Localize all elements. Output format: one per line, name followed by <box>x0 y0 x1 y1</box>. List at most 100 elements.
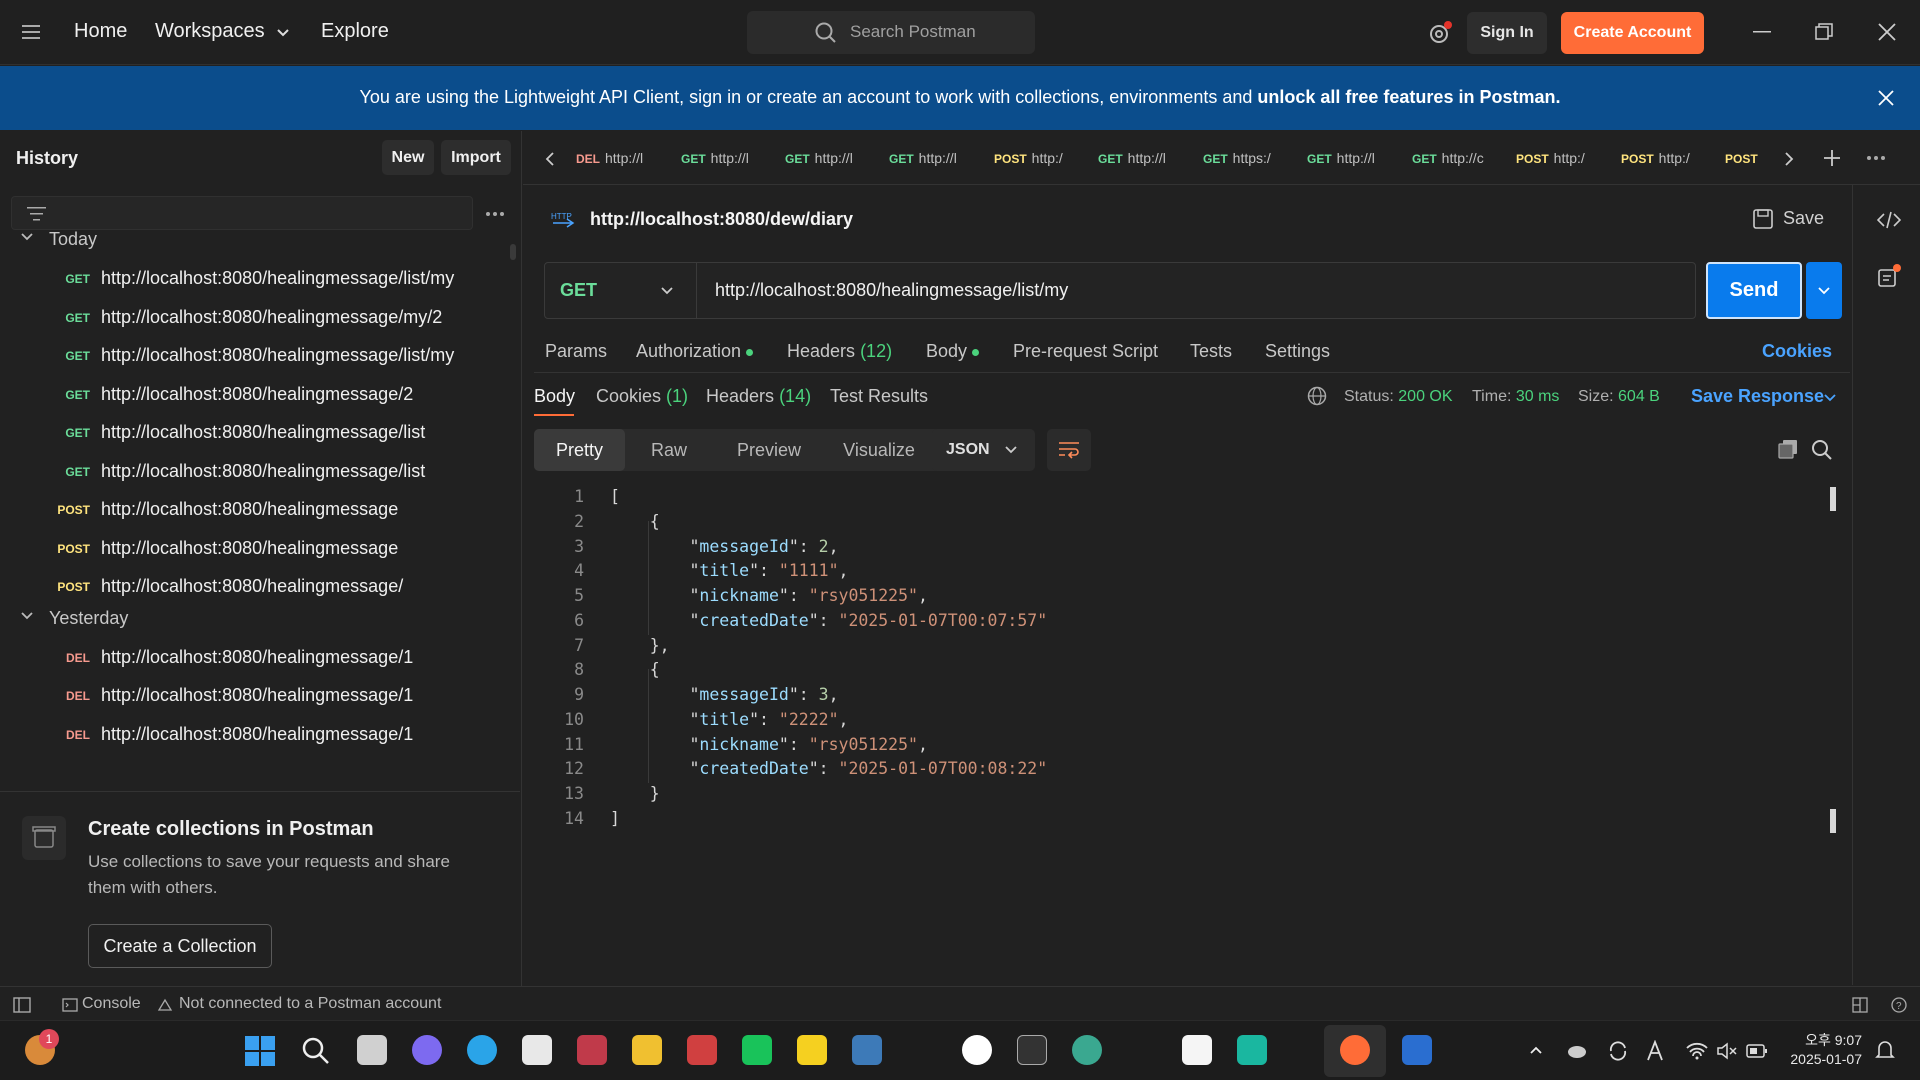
request-tab[interactable]: POST http:/ <box>994 150 1084 166</box>
new-tab-plus-icon[interactable] <box>1823 149 1841 167</box>
close-banner-icon[interactable] <box>1878 90 1894 106</box>
tab-options-icon[interactable] <box>1866 155 1886 161</box>
editor-scrollbar-bottom[interactable] <box>1830 809 1836 833</box>
new-button[interactable]: New <box>382 140 434 175</box>
history-item[interactable]: GET http://localhost:8080/healingmessage/… <box>0 261 520 299</box>
sticky-notes-icon[interactable] <box>797 1035 827 1065</box>
request-tab[interactable]: GET http://l <box>785 150 875 166</box>
restore-icon[interactable] <box>1815 23 1833 41</box>
history-item[interactable]: GET http://localhost:8080/healingmessage/… <box>0 415 520 453</box>
history-item[interactable]: DEL http://localhost:8080/healingmessage/… <box>0 678 520 716</box>
sync-app-icon[interactable] <box>687 1035 717 1065</box>
tab-body[interactable]: Body <box>926 341 980 362</box>
chatgpt-icon[interactable] <box>1072 1035 1102 1065</box>
format-select[interactable]: JSON <box>932 429 1035 471</box>
response-tab-headers[interactable]: Headers (14) <box>706 386 811 407</box>
help-icon[interactable]: ? <box>1891 997 1907 1013</box>
history-item[interactable]: GET http://localhost:8080/healingmessage/… <box>0 454 520 492</box>
layout-icon[interactable] <box>1852 997 1868 1013</box>
python-icon[interactable] <box>852 1035 882 1065</box>
history-item[interactable]: GET http://localhost:8080/healingmessage/… <box>0 300 520 338</box>
history-item[interactable]: GET http://localhost:8080/healingmessage/… <box>0 338 520 376</box>
app-icon[interactable] <box>577 1035 607 1065</box>
create-account-button[interactable]: Create Account <box>1561 12 1704 54</box>
editor-scrollbar-top[interactable] <box>1830 487 1836 511</box>
naver-icon[interactable] <box>742 1035 772 1065</box>
search-response-icon[interactable] <box>1811 439 1833 461</box>
save-response-button[interactable]: Save Response <box>1691 386 1824 407</box>
nav-workspaces[interactable]: Workspaces <box>155 20 265 43</box>
connection-status[interactable]: Not connected to a Postman account <box>179 995 441 1013</box>
method-select[interactable]: GET <box>545 263 697 318</box>
code-snippet-icon[interactable] <box>1877 211 1901 229</box>
tab-authorization[interactable]: Authorization <box>636 341 754 362</box>
nav-explore[interactable]: Explore <box>321 20 389 43</box>
tabs-scroll-left-icon[interactable] <box>545 152 555 166</box>
nav-home[interactable]: Home <box>74 20 127 43</box>
vue-app-icon[interactable] <box>1237 1035 1267 1065</box>
tab-headers[interactable]: Headers (12) <box>787 341 892 362</box>
response-body-editor[interactable]: 1[2 {3 "messageId": 2, 4 "title": "1111",… <box>534 487 1834 828</box>
battery-icon[interactable] <box>1746 1043 1768 1059</box>
sidebar-scrollbar[interactable] <box>510 244 516 260</box>
request-tab[interactable]: GET http://l <box>681 150 771 166</box>
share-app-icon[interactable] <box>1402 1035 1432 1065</box>
chevron-down-icon[interactable] <box>276 28 290 38</box>
history-item[interactable]: POST http://localhost:8080/healingmessage <box>0 492 520 530</box>
url-input[interactable]: http://localhost:8080/healingmessage/lis… <box>715 280 1068 301</box>
request-tab[interactable]: GET http://l <box>1307 150 1397 166</box>
tray-chevron-up-icon[interactable] <box>1529 1045 1543 1055</box>
documentation-icon[interactable] <box>1877 264 1901 288</box>
wrap-lines-button[interactable] <box>1047 429 1091 471</box>
onedrive-icon[interactable] <box>1566 1041 1588 1059</box>
sync-icon[interactable] <box>1607 1040 1629 1062</box>
send-options-button[interactable] <box>1806 262 1842 319</box>
notion-icon[interactable] <box>1182 1035 1212 1065</box>
file-explorer-icon[interactable] <box>632 1035 662 1065</box>
request-tab[interactable]: POST http:/ <box>1516 150 1606 166</box>
tab-pre-request-script[interactable]: Pre-request Script <box>1013 341 1158 362</box>
view-visualize[interactable]: Visualize <box>824 429 934 471</box>
import-button[interactable]: Import <box>441 140 511 175</box>
history-item[interactable]: POST http://localhost:8080/healingmessage… <box>0 569 520 607</box>
cookies-link[interactable]: Cookies <box>1762 341 1832 362</box>
request-title[interactable]: http://localhost:8080/dew/diary <box>590 209 853 230</box>
banner-link[interactable]: unlock all free features in Postman. <box>1257 87 1560 107</box>
edge-icon[interactable] <box>467 1035 497 1065</box>
tab-tests[interactable]: Tests <box>1190 341 1232 362</box>
globe-icon[interactable] <box>1307 386 1327 406</box>
chrome-google-icon[interactable] <box>962 1035 992 1065</box>
windows-start-icon[interactable] <box>245 1036 275 1066</box>
tab-params[interactable]: Params <box>545 341 607 362</box>
response-tab-body[interactable]: Body <box>534 386 575 407</box>
send-button[interactable]: Send <box>1706 262 1802 319</box>
view-preview[interactable]: Preview <box>714 429 824 471</box>
request-tab[interactable]: GET http://c <box>1412 150 1502 166</box>
copilot-icon[interactable] <box>412 1035 442 1065</box>
create-collection-button[interactable]: Create a Collection <box>88 924 272 968</box>
notification-bell-icon[interactable] <box>1875 1039 1895 1061</box>
history-item[interactable]: DEL http://localhost:8080/healingmessage/… <box>0 640 520 678</box>
save-icon[interactable] <box>1752 208 1774 230</box>
wifi-icon[interactable] <box>1686 1042 1708 1060</box>
history-item[interactable]: POST http://localhost:8080/healingmessage <box>0 531 520 569</box>
postman-icon[interactable] <box>1340 1035 1370 1065</box>
request-tab[interactable]: POST <box>1725 150 1761 166</box>
save-button[interactable]: Save <box>1783 208 1824 229</box>
request-tab[interactable]: GET https:/ <box>1203 150 1293 166</box>
copy-icon[interactable] <box>1778 439 1798 459</box>
request-tab[interactable]: GET http://l <box>889 150 979 166</box>
more-options-icon[interactable] <box>485 211 505 217</box>
close-window-icon[interactable] <box>1878 23 1896 41</box>
history-item[interactable]: GET http://localhost:8080/healingmessage/… <box>0 377 520 415</box>
console-button[interactable]: Console <box>82 995 141 1013</box>
response-tab-cookies[interactable]: Cookies (1) <box>596 386 688 407</box>
history-filter-input[interactable] <box>11 196 473 230</box>
request-tab[interactable]: GET http://l <box>1098 150 1188 166</box>
taskbar-search-icon[interactable] <box>302 1037 330 1065</box>
search-input[interactable]: Search Postman <box>747 11 1035 54</box>
view-pretty[interactable]: Pretty <box>534 429 625 471</box>
sign-in-button[interactable]: Sign In <box>1467 12 1547 54</box>
settings-gear-icon[interactable] <box>1427 21 1453 47</box>
request-tab[interactable]: DEL http://l <box>576 150 666 166</box>
